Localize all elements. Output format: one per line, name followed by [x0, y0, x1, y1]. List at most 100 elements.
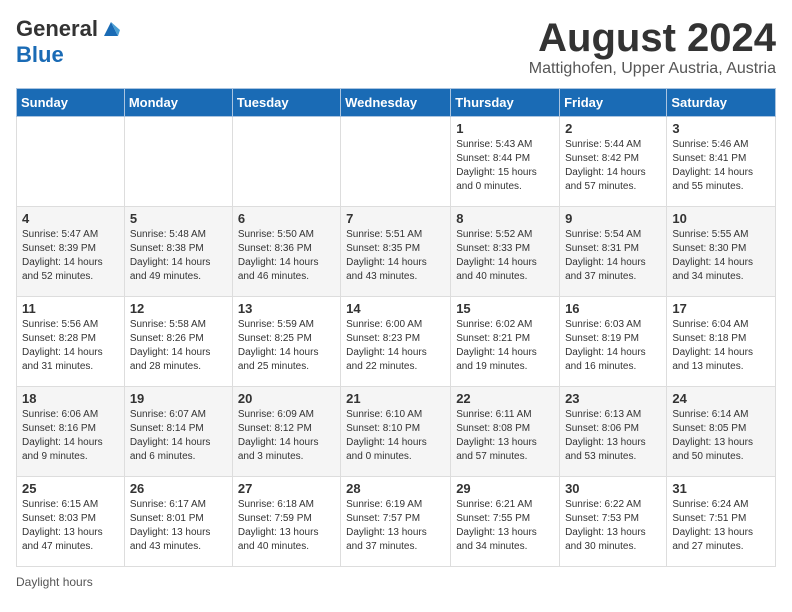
day-number: 29 — [456, 481, 554, 496]
day-number: 23 — [565, 391, 661, 406]
calendar-day-cell: 29 Sunrise: 6:21 AMSunset: 7:55 PMDayligh… — [451, 477, 560, 567]
calendar-week-row: 1 Sunrise: 5:43 AMSunset: 8:44 PMDaylight… — [17, 117, 776, 207]
calendar-day-cell: 20Sunrise: 6:09 AMSunset: 8:12 PMDayligh… — [232, 387, 340, 477]
day-number: 13 — [238, 301, 335, 316]
daylight-label: Daylight hours — [16, 575, 93, 589]
day-info: Sunrise: 5:59 AMSunset: 8:25 PMDaylight:… — [238, 318, 335, 374]
calendar-day-cell: 24 Sunrise: 6:14 AMSunset: 8:05 PMDayligh… — [667, 387, 776, 477]
logo-general-text: General — [16, 16, 98, 42]
day-info: Sunrise: 5:50 AMSunset: 8:36 PMDaylight:… — [238, 228, 335, 284]
calendar-day-cell: 23 Sunrise: 6:13 AMSunset: 8:06 PMDayligh… — [560, 387, 667, 477]
day-number: 24 — [672, 391, 770, 406]
calendar-day-cell: 26 Sunrise: 6:17 AMSunset: 8:01 PMDayligh… — [124, 477, 232, 567]
day-number: 19 — [130, 391, 227, 406]
calendar-day-cell: 15 Sunrise: 6:02 AMSunset: 8:21 PMDayligh… — [451, 297, 560, 387]
calendar-day-cell: 14 Sunrise: 6:00 AMSunset: 8:23 PMDayligh… — [341, 297, 451, 387]
calendar-day-cell: 31 Sunrise: 6:24 AMSunset: 7:51 PMDayligh… — [667, 477, 776, 567]
calendar-day-cell: 22Sunrise: 6:11 AMSunset: 8:08 PMDayligh… — [451, 387, 560, 477]
day-info: Sunrise: 6:22 AMSunset: 7:53 PMDaylight:… — [565, 498, 661, 554]
calendar-day-cell: 2 Sunrise: 5:44 AMSunset: 8:42 PMDaylight… — [560, 117, 667, 207]
calendar-day-cell: 13 Sunrise: 5:59 AMSunset: 8:25 PMDayligh… — [232, 297, 340, 387]
calendar-day-cell: 8 Sunrise: 5:52 AMSunset: 8:33 PMDaylight… — [451, 207, 560, 297]
day-number: 8 — [456, 211, 554, 226]
day-number: 10 — [672, 211, 770, 226]
day-number: 21 — [346, 391, 445, 406]
calendar-day-cell: 16 Sunrise: 6:03 AMSunset: 8:19 PMDayligh… — [560, 297, 667, 387]
weekday-header: Thursday — [451, 89, 560, 117]
day-info: Sunrise: 6:15 AMSunset: 8:03 PMDaylight:… — [22, 498, 119, 554]
day-number: 28 — [346, 481, 445, 496]
day-info: Sunrise: 6:17 AMSunset: 8:01 PMDaylight:… — [130, 498, 227, 554]
calendar-day-cell: 19 Sunrise: 6:07 AMSunset: 8:14 PMDayligh… — [124, 387, 232, 477]
day-info: Sunrise: 6:10 AMSunset: 8:10 PMDaylight:… — [346, 408, 445, 464]
location-text: Mattighofen, Upper Austria, Austria — [529, 60, 776, 78]
calendar-week-row: 25 Sunrise: 6:15 AMSunset: 8:03 PMDayligh… — [17, 477, 776, 567]
calendar-day-cell: 30 Sunrise: 6:22 AMSunset: 7:53 PMDayligh… — [560, 477, 667, 567]
weekday-header: Saturday — [667, 89, 776, 117]
day-info: Sunrise: 6:02 AMSunset: 8:21 PMDaylight:… — [456, 318, 554, 374]
day-number: 17 — [672, 301, 770, 316]
calendar-day-cell — [232, 117, 340, 207]
day-number: 1 — [456, 121, 554, 136]
calendar-day-cell — [341, 117, 451, 207]
day-number: 2 — [565, 121, 661, 136]
day-info: Sunrise: 5:47 AMSunset: 8:39 PMDaylight:… — [22, 228, 119, 284]
day-info: Sunrise: 5:52 AMSunset: 8:33 PMDaylight:… — [456, 228, 554, 284]
day-number: 15 — [456, 301, 554, 316]
day-number: 3 — [672, 121, 770, 136]
day-number: 27 — [238, 481, 335, 496]
calendar-day-cell: 21 Sunrise: 6:10 AMSunset: 8:10 PMDayligh… — [341, 387, 451, 477]
calendar-day-cell: 12Sunrise: 5:58 AMSunset: 8:26 PMDayligh… — [124, 297, 232, 387]
day-info: Sunrise: 5:56 AMSunset: 8:28 PMDaylight:… — [22, 318, 119, 374]
day-number: 12 — [130, 301, 227, 316]
logo-blue-text: Blue — [16, 42, 64, 67]
day-info: Sunrise: 6:24 AMSunset: 7:51 PMDaylight:… — [672, 498, 770, 554]
calendar-table: SundayMondayTuesdayWednesdayThursdayFrid… — [16, 88, 776, 567]
calendar-day-cell: 1 Sunrise: 5:43 AMSunset: 8:44 PMDaylight… — [451, 117, 560, 207]
day-info: Sunrise: 6:00 AMSunset: 8:23 PMDaylight:… — [346, 318, 445, 374]
calendar-week-row: 18Sunrise: 6:06 AMSunset: 8:16 PMDayligh… — [17, 387, 776, 477]
calendar-day-cell — [124, 117, 232, 207]
day-number: 9 — [565, 211, 661, 226]
day-number: 26 — [130, 481, 227, 496]
calendar-day-cell: 9 Sunrise: 5:54 AMSunset: 8:31 PMDaylight… — [560, 207, 667, 297]
day-info: Sunrise: 6:13 AMSunset: 8:06 PMDaylight:… — [565, 408, 661, 464]
day-info: Sunrise: 5:44 AMSunset: 8:42 PMDaylight:… — [565, 138, 661, 194]
calendar-day-cell — [17, 117, 125, 207]
footer: Daylight hours — [16, 575, 776, 589]
calendar-day-cell: 28 Sunrise: 6:19 AMSunset: 7:57 PMDayligh… — [341, 477, 451, 567]
day-number: 11 — [22, 301, 119, 316]
day-number: 5 — [130, 211, 227, 226]
day-number: 14 — [346, 301, 445, 316]
day-number: 6 — [238, 211, 335, 226]
day-number: 30 — [565, 481, 661, 496]
logo-icon — [100, 18, 122, 40]
day-info: Sunrise: 6:04 AMSunset: 8:18 PMDaylight:… — [672, 318, 770, 374]
day-info: Sunrise: 6:03 AMSunset: 8:19 PMDaylight:… — [565, 318, 661, 374]
day-number: 16 — [565, 301, 661, 316]
calendar-day-cell: 27Sunrise: 6:18 AMSunset: 7:59 PMDayligh… — [232, 477, 340, 567]
calendar-day-cell: 5Sunrise: 5:48 AMSunset: 8:38 PMDaylight… — [124, 207, 232, 297]
day-info: Sunrise: 6:07 AMSunset: 8:14 PMDaylight:… — [130, 408, 227, 464]
day-info: Sunrise: 5:54 AMSunset: 8:31 PMDaylight:… — [565, 228, 661, 284]
page-header: General Blue August 2024 Mattighofen, Up… — [16, 16, 776, 78]
day-info: Sunrise: 6:19 AMSunset: 7:57 PMDaylight:… — [346, 498, 445, 554]
weekday-header: Sunday — [17, 89, 125, 117]
logo: General Blue — [16, 16, 122, 68]
day-info: Sunrise: 5:55 AMSunset: 8:30 PMDaylight:… — [672, 228, 770, 284]
day-info: Sunrise: 6:21 AMSunset: 7:55 PMDaylight:… — [456, 498, 554, 554]
day-number: 20 — [238, 391, 335, 406]
weekday-header: Wednesday — [341, 89, 451, 117]
calendar-day-cell: 25 Sunrise: 6:15 AMSunset: 8:03 PMDayligh… — [17, 477, 125, 567]
day-info: Sunrise: 5:43 AMSunset: 8:44 PMDaylight:… — [456, 138, 554, 194]
calendar-day-cell: 7Sunrise: 5:51 AMSunset: 8:35 PMDaylight… — [341, 207, 451, 297]
day-number: 25 — [22, 481, 119, 496]
day-number: 31 — [672, 481, 770, 496]
weekday-header: Tuesday — [232, 89, 340, 117]
calendar-day-cell: 17 Sunrise: 6:04 AMSunset: 8:18 PMDayligh… — [667, 297, 776, 387]
calendar-header-row: SundayMondayTuesdayWednesdayThursdayFrid… — [17, 89, 776, 117]
day-info: Sunrise: 6:14 AMSunset: 8:05 PMDaylight:… — [672, 408, 770, 464]
day-number: 7 — [346, 211, 445, 226]
calendar-day-cell: 6 Sunrise: 5:50 AMSunset: 8:36 PMDaylight… — [232, 207, 340, 297]
weekday-header: Monday — [124, 89, 232, 117]
